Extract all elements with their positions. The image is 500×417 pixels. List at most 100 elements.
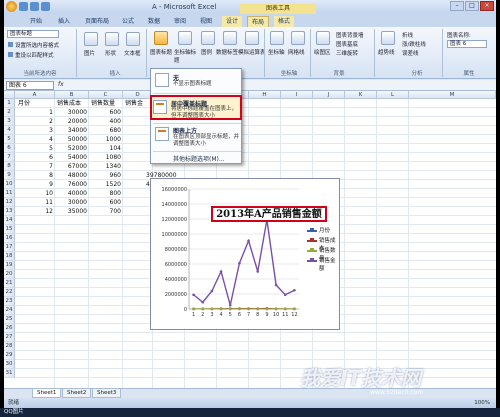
row-header[interactable]: 31 [4,369,15,378]
column-header[interactable]: K [345,91,377,99]
office-button-icon[interactable] [6,1,17,12]
row-header[interactable]: 17 [4,243,15,252]
error-bars-button[interactable]: 误差线 [402,49,419,57]
lines-button[interactable]: 折线 [402,31,413,39]
axes-icon[interactable] [270,31,284,45]
table-cell[interactable]: 40000 [55,189,87,198]
table-cell[interactable]: 600 [89,198,121,207]
row-header[interactable]: 9 [4,171,15,180]
row-header[interactable]: 15 [4,225,15,234]
format-selection-button[interactable]: 设置所选内容格式 [8,41,59,49]
table-cell[interactable]: 67000 [55,162,87,171]
row-header[interactable]: 3 [4,117,15,126]
header-cell[interactable]: 销售成本 [57,99,81,108]
tab-design[interactable]: 设计 [222,16,242,27]
axis-titles-button-label[interactable]: 坐标轴标题 [174,48,196,64]
table-cell[interactable]: 1 [15,108,53,117]
legend-entry[interactable]: 销售金额 [307,257,339,272]
table-cell[interactable]: 680 [89,126,121,135]
data-labels-icon[interactable] [223,31,237,45]
trendline-icon[interactable] [381,31,395,45]
header-cell[interactable]: 销售数量 [91,99,115,108]
table-cell[interactable]: 54000 [55,153,87,162]
table-cell[interactable]: 48000 [55,171,87,180]
column-header[interactable]: L [377,91,409,99]
table-cell[interactable]: 50000 [55,135,87,144]
row-header[interactable]: 4 [4,126,15,135]
row-header[interactable]: 13 [4,207,15,216]
picture-icon[interactable] [84,32,98,46]
chart-title[interactable]: 2013年A产品销售金额 [211,206,327,222]
close-button[interactable]: × [480,1,494,11]
column-header[interactable]: A [15,91,55,99]
text-box-button-label[interactable]: 文本框 [124,49,141,57]
axes-button-label[interactable]: 坐标轴 [268,48,285,56]
updown-bars-button[interactable]: 涨/跌柱线 [402,40,426,48]
data-table-icon[interactable] [245,31,259,45]
row-header[interactable]: 20 [4,270,15,279]
gridlines-button-label[interactable]: 网格线 [288,48,305,56]
menu-item-above-chart[interactable]: 图表上方 在图表区顶部显示标题，并调整图表大小 [153,125,241,149]
tab-formulas[interactable]: 公式 [118,16,138,27]
table-cell[interactable]: 4 [15,135,53,144]
row-header[interactable]: 8 [4,162,15,171]
minimize-button[interactable]: – [450,1,464,11]
row-header[interactable]: 23 [4,297,15,306]
row-header[interactable]: 24 [4,306,15,315]
table-cell[interactable]: 1340 [89,162,121,171]
table-cell[interactable]: 12 [15,207,53,216]
legend-icon[interactable] [201,31,215,45]
text-box-icon[interactable] [126,32,140,46]
row-header[interactable]: 29 [4,351,15,360]
table-cell[interactable]: 76000 [55,180,87,189]
table-cell[interactable]: 30000 [55,198,87,207]
sheet-tab-sheet3[interactable]: Sheet3 [92,389,122,398]
table-cell[interactable]: 9 [15,180,53,189]
row-header[interactable]: 1 [4,99,15,108]
redo-icon[interactable] [41,2,50,11]
table-cell[interactable]: 7 [15,162,53,171]
column-header[interactable]: C [89,91,123,99]
row-header[interactable]: 7 [4,153,15,162]
row-header[interactable]: 18 [4,252,15,261]
row-header[interactable]: 5 [4,135,15,144]
tab-layout[interactable]: 布局 [247,16,269,27]
select-all-corner[interactable] [4,91,15,99]
tab-review[interactable]: 审阅 [170,16,190,27]
maximize-button[interactable]: □ [465,1,479,11]
table-cell[interactable]: 1080 [89,153,121,162]
table-cell[interactable]: 5 [15,144,53,153]
chart-legend[interactable]: 月份 销售成本 销售数量 销售金额 [307,227,339,272]
column-header[interactable]: J [313,91,345,99]
3d-rotation-button[interactable]: 三维旋转 [336,49,358,57]
data-table-button-label[interactable]: 模拟运算表 [238,48,266,56]
row-header[interactable]: 12 [4,198,15,207]
row-header[interactable]: 30 [4,360,15,369]
header-cell[interactable]: 销售金 [125,99,143,108]
table-cell[interactable]: 2 [15,117,53,126]
row-header[interactable]: 21 [4,279,15,288]
table-cell[interactable]: 104 [89,144,121,153]
table-cell[interactable]: 20000 [55,117,87,126]
chart-element-dropdown[interactable]: 图表标题 [7,30,59,38]
column-header[interactable]: D [123,91,153,99]
shapes-icon[interactable] [105,32,119,46]
table-cell[interactable]: 30000 [55,108,87,117]
table-cell[interactable]: 700 [89,207,121,216]
row-header[interactable]: 28 [4,342,15,351]
table-cell[interactable]: 3 [15,126,53,135]
tab-insert[interactable]: 插入 [54,16,74,27]
legend-entry[interactable]: 月份 [307,227,339,237]
row-header[interactable]: 10 [4,180,15,189]
reset-style-button[interactable]: 重设以匹配样式 [8,51,54,59]
row-header[interactable]: 27 [4,333,15,342]
table-cell[interactable]: 800 [89,189,121,198]
row-header[interactable]: 26 [4,324,15,333]
undo-icon[interactable] [30,2,39,11]
row-header[interactable]: 2 [4,108,15,117]
trendline-button-label[interactable]: 趋势线 [378,48,395,56]
plot-area-button-label[interactable]: 绘图区 [314,48,331,56]
table-cell[interactable]: 400 [89,117,121,126]
header-cell[interactable]: 月份 [18,99,30,108]
row-header[interactable]: 16 [4,234,15,243]
